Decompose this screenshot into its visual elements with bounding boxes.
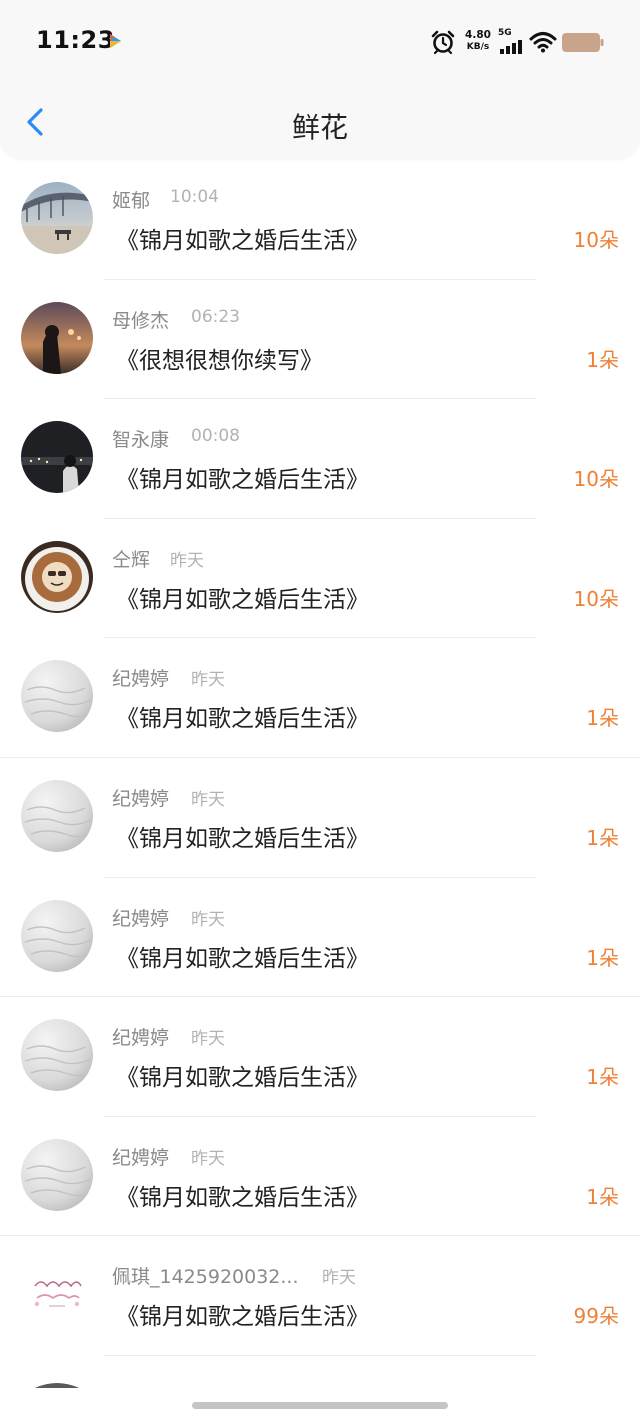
user-name: 佩琪_1425920032... [112,1266,299,1289]
user-name: 纪娉婷 [112,907,170,930]
signal-icon: 5G [498,28,526,54]
avatar[interactable] [21,660,93,733]
flower-count: 10朵 [573,467,619,492]
user-name: 姬郁 [112,190,151,212]
book-title[interactable]: 《锦月如歌之婚后生活》 [116,221,369,255]
status-bar: 11:23 4.80 KB/s 5G [0,0,640,84]
item-time: 00:08 [191,426,240,447]
list-item[interactable]: 仝辉 昨天 《锦月如歌之婚后生活》 10朵 [0,519,640,639]
flower-count: 1朵 [586,1065,619,1090]
list-item[interactable]: 纪娉婷 昨天 《锦月如歌之婚后生活》 1朵 [0,1117,640,1237]
book-title[interactable]: 《锦月如歌之婚后生活》 [116,1297,369,1331]
item-time: 昨天 [191,1148,225,1169]
avatar [21,1376,93,1388]
list-item[interactable]: 纪娉婷 昨天 《锦月如歌之婚后生活》 1朵 [0,758,640,878]
net-speed: 4.80 KB/s [463,29,493,53]
item-time: 昨天 [191,670,225,691]
list-item[interactable]: 母修杰 06:23 《很想很想你续写》 1朵 [0,280,640,400]
avatar[interactable] [21,540,93,613]
flower-count: 10朵 [573,586,619,611]
list-item[interactable]: 纪娉婷 昨天 《锦月如歌之婚后生活》 1朵 [0,997,640,1117]
book-title[interactable]: 《锦月如歌之婚后生活》 [116,1178,369,1212]
flower-count: 1朵 [586,945,619,970]
avatar[interactable] [21,1258,93,1331]
net-speed-value: 4.80 [465,29,491,41]
list-item[interactable]: 纪娉婷 昨天 《锦月如歌之婚后生活》 1朵 [0,638,640,758]
list-item[interactable]: 姬郁 10:04 《锦月如歌之婚后生活》 10朵 [0,160,640,280]
flower-count: 1朵 [586,706,619,731]
battery-icon [562,33,604,52]
app-badge-icon [106,32,124,50]
flower-count: 1朵 [586,825,619,850]
wifi-icon [529,30,557,54]
page-title: 鲜花 [291,111,348,144]
book-title[interactable]: 《锦月如歌之婚后生活》 [116,819,369,853]
flower-count: 10朵 [573,228,619,252]
avatar[interactable] [21,1138,93,1211]
network-type: 5G [498,28,512,38]
avatar[interactable] [21,421,93,494]
item-time: 昨天 [170,550,204,571]
alarm-icon [430,29,456,55]
book-title[interactable]: 《锦月如歌之婚后生活》 [116,939,369,973]
list-item[interactable]: 佩琪_1425920032... 昨天 《锦月如歌之婚后生活》 99朵 [0,1236,640,1356]
user-name: 纪娉婷 [112,668,170,691]
user-name: 纪娉婷 [112,787,170,810]
book-title[interactable]: 《锦月如歌之婚后生活》 [116,460,369,494]
user-name: 智永康 [112,429,170,452]
avatar[interactable] [21,301,93,374]
item-time: 昨天 [322,1268,356,1289]
item-time: 06:23 [191,306,240,327]
item-time: 昨天 [191,909,225,930]
book-title[interactable]: 《锦月如歌之婚后生活》 [116,1058,369,1092]
book-title[interactable]: 《锦月如歌之婚后生活》 [116,699,369,733]
flower-list: 姬郁 10:04 《锦月如歌之婚后生活》 10朵 母修杰 06:23 《很想很想… [0,160,640,1356]
avatar[interactable] [21,182,93,254]
net-speed-unit: KB/s [466,42,490,52]
list-item[interactable]: 智永康 00:08 《锦月如歌之婚后生活》 10朵 [0,399,640,519]
item-time: 10:04 [170,187,219,207]
item-time: 昨天 [191,789,225,810]
list-item[interactable]: 纪娉婷 昨天 《锦月如歌之婚后生活》 1朵 [0,878,640,998]
user-name: 仝辉 [112,548,151,571]
avatar[interactable] [21,899,93,972]
book-title[interactable]: 《锦月如歌之婚后生活》 [116,580,369,614]
flower-count: 1朵 [586,347,619,372]
home-indicator[interactable] [192,1402,448,1409]
user-name: 纪娉婷 [112,1027,170,1050]
flower-count: 1朵 [586,1184,619,1209]
header: 11:23 4.80 KB/s 5G 鲜花 [0,0,640,158]
user-name: 纪娉婷 [112,1146,170,1169]
book-title[interactable]: 《很想很想你续写》 [116,341,323,375]
flower-count: 99朵 [573,1304,619,1329]
item-time: 昨天 [191,1029,225,1050]
avatar[interactable] [21,779,93,852]
avatar[interactable] [21,1019,93,1092]
nav-bar: 鲜花 [0,84,640,158]
status-time: 11:23 [36,26,115,54]
user-name: 母修杰 [112,309,170,332]
